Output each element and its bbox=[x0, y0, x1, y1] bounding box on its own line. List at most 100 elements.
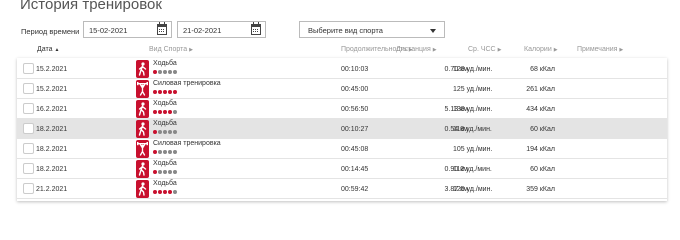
calendar-icon[interactable] bbox=[157, 22, 167, 35]
row-checkbox[interactable] bbox=[23, 163, 34, 174]
intensity-dot bbox=[168, 90, 172, 94]
table-row[interactable]: 15.2.2021 Ходьба 00:10:03 0.70 км 128 уд./ми… bbox=[17, 59, 667, 79]
calendar-icon[interactable] bbox=[251, 22, 261, 35]
cell-date: 18.2.2021 bbox=[36, 166, 68, 173]
cell-avg-hr: 128 уд./мин. bbox=[453, 66, 493, 73]
intensity-dots bbox=[153, 170, 177, 174]
intensity-dot bbox=[163, 150, 167, 154]
date-from-field[interactable]: 15-02-2021 bbox=[83, 21, 172, 38]
intensity-dot bbox=[158, 130, 162, 134]
chevron-down-icon bbox=[430, 29, 436, 33]
intensity-dot bbox=[158, 110, 162, 114]
cell-calories: 359 кКал bbox=[526, 186, 555, 193]
intensity-dot bbox=[173, 110, 177, 114]
intensity-dot bbox=[153, 150, 157, 154]
period-label: Период времени bbox=[21, 27, 80, 36]
cell-sport[interactable]: Силовая тренировка bbox=[153, 140, 221, 147]
table-row[interactable]: 18.2.2021 Ходьба 00:10:27 0.54 км 118 уд./ми… bbox=[17, 119, 667, 139]
walking-icon bbox=[136, 60, 149, 78]
table-row[interactable]: 15.2.2021 Силовая тренировка 00:45:00 125 у… bbox=[17, 79, 667, 99]
sport-select-value: Выберите вид спорта bbox=[308, 26, 383, 35]
intensity-dot bbox=[153, 110, 157, 114]
cell-duration: 00:45:00 bbox=[341, 86, 369, 93]
strength-icon bbox=[136, 80, 149, 98]
cell-sport[interactable]: Ходьба bbox=[153, 60, 177, 67]
column-header-notes[interactable]: Примечания ▶ bbox=[577, 46, 623, 53]
table-row[interactable]: 16.2.2021 Ходьба 00:56:50 5.13 км 138 уд./ми… bbox=[17, 99, 667, 119]
cell-date: 15.2.2021 bbox=[36, 66, 68, 73]
date-from-value: 15-02-2021 bbox=[89, 26, 128, 35]
intensity-dot bbox=[173, 70, 177, 74]
intensity-dot bbox=[163, 70, 167, 74]
intensity-dot bbox=[168, 130, 172, 134]
column-header-avg-hr[interactable]: Ср. ЧСС ▶ bbox=[468, 46, 501, 53]
cell-calories: 194 кКал bbox=[526, 146, 555, 153]
intensity-dot bbox=[168, 170, 172, 174]
cell-avg-hr: 125 уд./мин. bbox=[453, 186, 493, 193]
intensity-dot bbox=[163, 130, 167, 134]
intensity-dot bbox=[173, 130, 177, 134]
strength-icon bbox=[136, 140, 149, 158]
intensity-dot bbox=[168, 150, 172, 154]
intensity-dots bbox=[153, 90, 177, 94]
intensity-dot bbox=[158, 170, 162, 174]
intensity-dot bbox=[163, 110, 167, 114]
intensity-dot bbox=[173, 190, 177, 194]
intensity-dots bbox=[153, 130, 177, 134]
walking-icon bbox=[136, 120, 149, 138]
cell-duration: 00:56:50 bbox=[341, 106, 369, 113]
intensity-dot bbox=[173, 170, 177, 174]
sort-icon: ▶ bbox=[497, 47, 502, 53]
cell-avg-hr: 118 уд./мин. bbox=[453, 126, 492, 133]
walking-icon bbox=[136, 160, 149, 178]
cell-duration: 00:14:45 bbox=[341, 166, 369, 173]
cell-avg-hr: 105 уд./мин. bbox=[453, 146, 493, 153]
cell-avg-hr: 112 уд./мин. bbox=[453, 166, 492, 173]
intensity-dots bbox=[153, 70, 177, 74]
walking-icon bbox=[136, 100, 149, 118]
row-checkbox[interactable] bbox=[23, 143, 34, 154]
cell-date: 18.2.2021 bbox=[36, 126, 68, 133]
cell-date: 15.2.2021 bbox=[36, 86, 68, 93]
table-row[interactable]: 21.2.2021 Ходьба 00:59:42 3.87 км 125 уд./ми… bbox=[17, 179, 667, 199]
intensity-dots bbox=[153, 190, 177, 194]
intensity-dot bbox=[163, 90, 167, 94]
row-checkbox[interactable] bbox=[23, 83, 34, 94]
intensity-dots bbox=[153, 150, 177, 154]
date-to-field[interactable]: 21-02-2021 bbox=[177, 21, 266, 38]
cell-duration: 00:45:08 bbox=[341, 146, 369, 153]
row-checkbox[interactable] bbox=[23, 63, 34, 74]
table-row[interactable]: 18.2.2021 Ходьба 00:14:45 0.90 км 112 уд./ми… bbox=[17, 159, 667, 179]
cell-date: 21.2.2021 bbox=[36, 186, 68, 193]
column-header-distance[interactable]: Дистанция ▶ bbox=[396, 46, 437, 53]
table-row[interactable]: 18.2.2021 Силовая тренировка 00:45:08 105 у… bbox=[17, 139, 667, 159]
cell-sport[interactable]: Ходьба bbox=[153, 120, 177, 127]
row-checkbox[interactable] bbox=[23, 183, 34, 194]
sort-asc-icon: ▲ bbox=[54, 47, 60, 53]
intensity-dot bbox=[173, 90, 177, 94]
intensity-dot bbox=[158, 90, 162, 94]
intensity-dot bbox=[153, 130, 157, 134]
workout-table: 15.2.2021 Ходьба 00:10:03 0.70 км 128 уд./ми… bbox=[17, 58, 667, 201]
cell-sport[interactable]: Ходьба bbox=[153, 160, 177, 167]
intensity-dot bbox=[153, 90, 157, 94]
cell-calories: 60 кКал bbox=[530, 166, 555, 173]
cell-duration: 00:10:03 bbox=[341, 66, 369, 73]
cell-sport[interactable]: Ходьба bbox=[153, 180, 177, 187]
cell-duration: 00:10:27 bbox=[341, 126, 369, 133]
cell-sport[interactable]: Ходьба bbox=[153, 100, 177, 107]
column-header-sport[interactable]: Вид Спорта ▶ bbox=[149, 46, 193, 53]
cell-calories: 261 кКал bbox=[526, 86, 555, 93]
sort-icon: ▶ bbox=[619, 47, 624, 53]
sport-select[interactable]: Выберите вид спорта bbox=[299, 21, 445, 38]
column-header-date[interactable]: Дата ▲ bbox=[37, 46, 59, 53]
row-checkbox[interactable] bbox=[23, 103, 34, 114]
cell-calories: 68 кКал bbox=[530, 66, 555, 73]
row-checkbox[interactable] bbox=[23, 123, 34, 134]
cell-date: 18.2.2021 bbox=[36, 146, 68, 153]
cell-sport[interactable]: Силовая тренировка bbox=[153, 80, 221, 87]
column-header-calories[interactable]: Калории ▶ bbox=[524, 46, 558, 53]
intensity-dot bbox=[158, 70, 162, 74]
table-header: Дата ▲ Вид Спорта ▶ Продолжительность ▶ Дис… bbox=[17, 44, 667, 58]
intensity-dot bbox=[153, 190, 157, 194]
